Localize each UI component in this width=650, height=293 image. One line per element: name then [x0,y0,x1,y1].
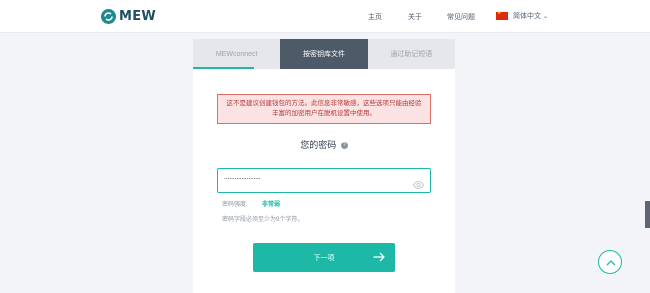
access-method-tabs: MEWconnect 按密钥库文件 通过助记短语 [193,39,455,69]
password-input[interactable]: ····················· [217,168,431,193]
chevron-down-icon: ⌄ [543,13,549,20]
password-hint: 密码字段必须至少为9个字符。 [222,217,304,223]
next-button[interactable]: 下一项 [253,243,395,272]
arrow-up-icon [606,260,616,266]
next-button-label: 下一项 [313,254,335,262]
info-icon[interactable]: ? [340,142,348,150]
password-title-text: 您的密码 [300,140,337,150]
brand-name: MEW [119,9,157,24]
language-selector[interactable]: 简体中文 ⌄ [496,10,549,21]
nav-faq[interactable]: 常见问题 [447,12,475,22]
tab-keystore-file[interactable]: 按密钥库文件 [280,39,368,69]
flag-icon [496,10,508,20]
nav-about[interactable]: 关于 [408,12,422,22]
top-navbar: MEW 主页 关于 常见问题 简体中文 ⌄ [0,0,650,33]
security-warning: 这不是建议创建钱包的方法。此信息非常敏感，这些选项只能由经验丰富的加密用户在脱机… [217,94,431,124]
eye-icon[interactable] [413,176,424,194]
tab-mewconnect[interactable]: MEWconnect [193,39,281,69]
password-value: ····················· [224,175,261,183]
language-label: 简体中文 [513,13,541,20]
password-strength-value: 非常弱 [262,202,281,208]
scroll-to-top-button[interactable] [598,250,622,274]
arrow-right-icon [373,252,385,264]
logo-icon [101,9,116,24]
password-strength-label: 密码强度: [222,202,248,208]
tab-mnemonic-phrase[interactable]: 通过助记短语 [367,39,455,69]
feedback-side-tab[interactable] [645,201,650,228]
access-wallet-card: MEWconnect 按密钥库文件 通过助记短语 这不是建议创建钱包的方法。此信… [193,39,455,293]
brand-logo[interactable]: MEW [101,9,156,24]
password-title: 您的密码 ? [193,138,455,151]
nav-home[interactable]: 主页 [368,12,382,22]
